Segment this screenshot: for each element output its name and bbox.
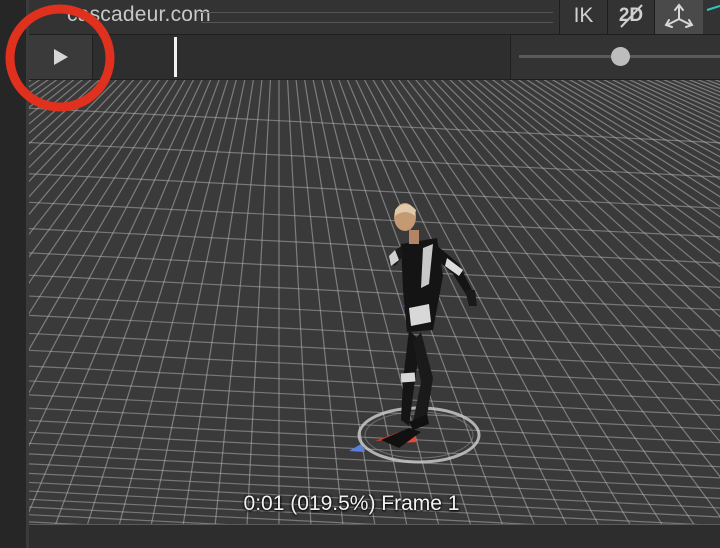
frame-readout: 0:01 (019.5%) Frame 1	[243, 492, 460, 515]
bottom-status-bar	[29, 524, 720, 548]
app-window: cascadeur.com IK 2D	[0, 0, 720, 548]
header-bar: cascadeur.com IK 2D	[29, 0, 720, 35]
3d-viewport[interactable]: 0:01 (019.5%) Frame 1	[29, 80, 720, 524]
transform-axes-button[interactable]	[655, 0, 703, 34]
play-button[interactable]	[29, 35, 93, 79]
zoom-slider-panel	[510, 35, 720, 79]
zoom-slider-track[interactable]	[519, 47, 720, 66]
strikethrough-2d-icon	[620, 4, 643, 28]
ik-toggle-button[interactable]: IK	[560, 0, 607, 34]
left-panel-edge	[0, 0, 27, 548]
timeline-scrubber[interactable]	[93, 35, 507, 79]
overflow-tool-button[interactable]	[704, 0, 720, 34]
header-drag-handle[interactable]	[201, 12, 553, 23]
playback-toolbar	[29, 35, 720, 80]
brand-watermark: cascadeur.com	[67, 3, 211, 26]
partial-tool-icon	[706, 5, 720, 11]
zoom-slider-thumb[interactable]	[611, 47, 630, 66]
character-model[interactable]	[29, 80, 720, 524]
timeline-playhead[interactable]	[174, 37, 177, 77]
play-icon	[54, 49, 68, 65]
transform-axes-icon	[664, 3, 694, 28]
mode-2d-button[interactable]: 2D	[608, 0, 654, 34]
